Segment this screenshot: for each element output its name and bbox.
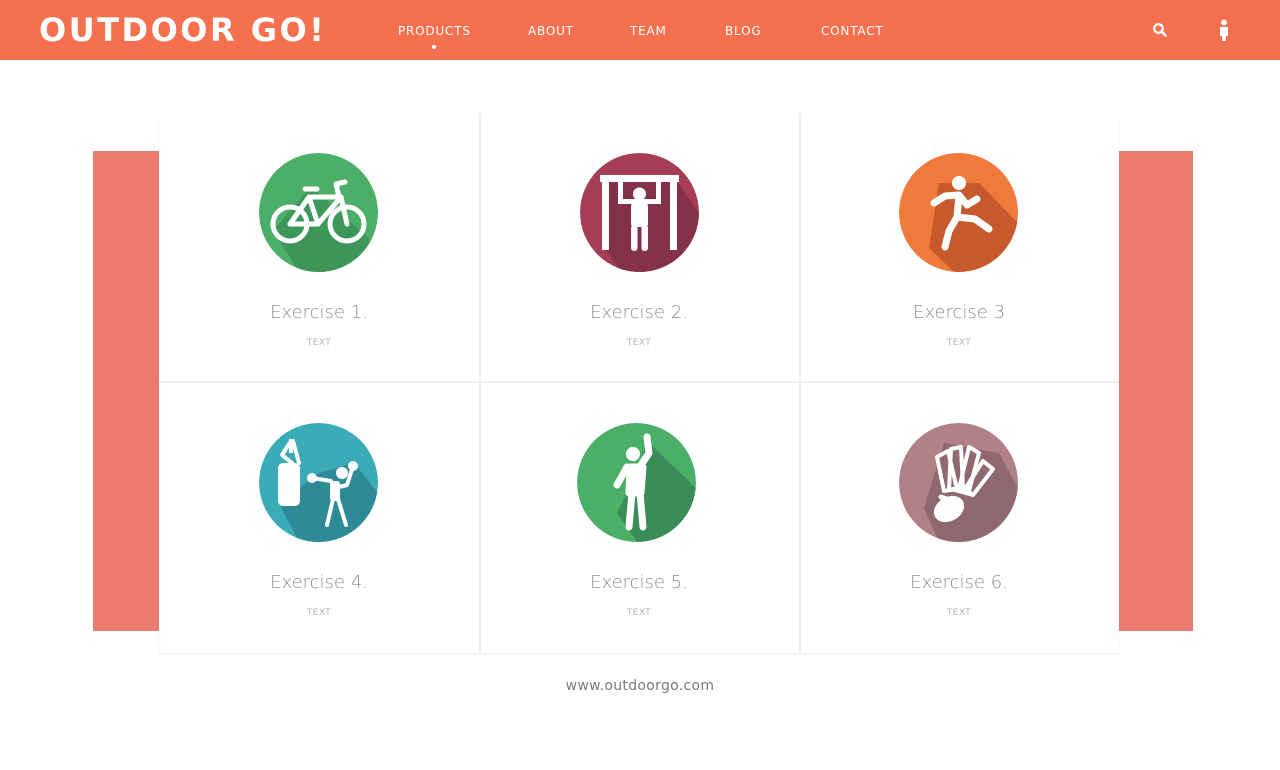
exercise-subtitle: TEXT: [946, 608, 972, 618]
exercise-subtitle: TEXT: [626, 608, 652, 618]
exercise-subtitle: TEXT: [946, 338, 972, 348]
exercise-title: Exercise 2.: [590, 302, 688, 323]
exercise-title: Exercise 1.: [270, 302, 368, 323]
exercise-subtitle: TEXT: [626, 338, 652, 348]
user-icon[interactable]: [1218, 19, 1230, 43]
exercise-title: Exercise 4.: [270, 572, 368, 593]
shuttlecock-icon: [899, 423, 1018, 542]
nav-contact[interactable]: CONTACT: [821, 22, 884, 42]
stretching-icon: [577, 423, 696, 542]
exercise-card-2[interactable]: Exercise 2. TEXT: [479, 113, 799, 383]
exercise-subtitle: TEXT: [306, 338, 332, 348]
footer-website-link[interactable]: www.outdoorgo.com: [0, 676, 1280, 696]
exercise-subtitle: TEXT: [306, 608, 332, 618]
bicycle-icon: [259, 153, 378, 272]
nav-team[interactable]: TEAM: [630, 22, 667, 42]
top-nav-bar: OUTDOOR GO! PRODUCTS ABOUT TEAM BLOG CON…: [0, 0, 1280, 60]
running-icon: [899, 153, 1018, 272]
exercise-card-4[interactable]: Exercise 4. TEXT: [159, 383, 479, 653]
nav-active-indicator: [432, 45, 436, 49]
exercise-title: Exercise 5.: [590, 572, 688, 593]
exercise-card-3[interactable]: Exercise 3 TEXT: [799, 113, 1119, 383]
search-icon[interactable]: [1152, 22, 1168, 38]
punching-bag-icon: [259, 423, 378, 542]
exercise-card-1[interactable]: Exercise 1. TEXT: [159, 113, 479, 383]
exercise-title: Exercise 3: [912, 302, 1006, 323]
exercise-title: Exercise 6.: [910, 572, 1008, 593]
pull-up-icon: [580, 153, 699, 272]
nav-blog[interactable]: BLOG: [725, 22, 761, 42]
logo[interactable]: OUTDOOR GO!: [39, 10, 326, 50]
nav-products[interactable]: PRODUCTS: [398, 22, 471, 42]
exercise-card-6[interactable]: Exercise 6. TEXT: [799, 383, 1119, 653]
exercise-grid: Exercise 1. TEXT Exercise 2. TEXT Exerci…: [159, 113, 1119, 653]
nav-about[interactable]: ABOUT: [528, 22, 574, 42]
exercise-card-5[interactable]: Exercise 5. TEXT: [479, 383, 799, 653]
